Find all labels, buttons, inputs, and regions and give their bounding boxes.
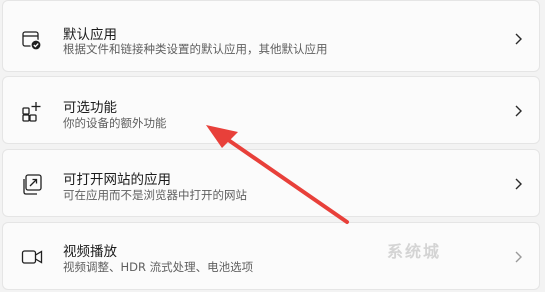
settings-item-optional-features[interactable]: 可选功能 你的设备的额外功能: [2, 76, 540, 144]
optional-features-description: 你的设备的额外功能: [63, 116, 167, 130]
video-playback-title: 视频播放: [63, 244, 117, 260]
settings-item-default-apps[interactable]: 默认应用 根据文件和链接种类设置的默认应用，其他默认应用: [2, 0, 540, 72]
default-apps-icon: [21, 29, 43, 51]
video-playback-description: 视频调整、HDR 流式处理、电池选项: [63, 260, 254, 274]
optional-features-icon: [21, 100, 43, 122]
apps-for-websites-description: 可在应用而不是浏览器中打开的网站: [63, 188, 247, 202]
settings-item-apps-for-websites[interactable]: 可打开网站的应用 可在应用而不是浏览器中打开的网站: [2, 149, 540, 217]
apps-for-websites-icon: [21, 173, 43, 195]
default-apps-description: 根据文件和链接种类设置的默认应用，其他默认应用: [63, 42, 328, 56]
chevron-right-icon: [511, 177, 525, 191]
chevron-right-icon: [511, 32, 525, 46]
apps-for-websites-title: 可打开网站的应用: [63, 172, 171, 188]
watermark: 系统城: [387, 242, 442, 261]
settings-item-video-playback[interactable]: 视频播放 视频调整、HDR 流式处理、电池选项: [2, 222, 540, 290]
optional-features-title: 可选功能: [63, 100, 117, 116]
chevron-right-icon: [511, 250, 525, 264]
chevron-right-icon: [511, 104, 525, 118]
default-apps-title: 默认应用: [63, 27, 117, 43]
video-playback-icon: [21, 246, 43, 268]
